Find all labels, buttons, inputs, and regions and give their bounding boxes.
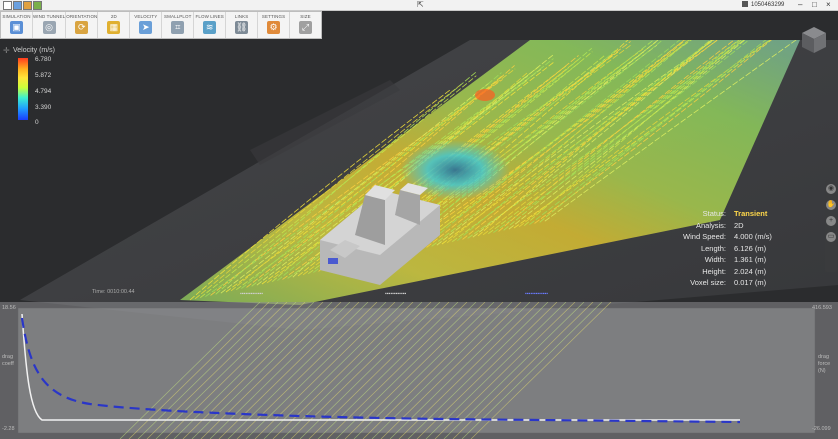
ribbon-button-label: SIZE [300,14,311,19]
status-row: Status: Transient [680,209,800,221]
navigation-cube[interactable] [800,25,828,55]
ribbon-button-label: SIMULATION [2,14,31,19]
status-value: 6.126 (m) [734,243,767,253]
time-label: Time: 0010:00.44 [92,289,135,295]
status-key: Height: [702,266,726,276]
left-axis-top: 18.56 [2,305,16,311]
ribbon-button-settings[interactable]: SETTINGS ⚙ [258,12,291,38]
right-axis-top: 416.593 [812,305,832,311]
flow-lines-icon: ≋ [203,21,217,34]
user-account[interactable]: 1050463299 [742,0,784,10]
legend-color-bar [18,58,28,120]
minimize-icon[interactable]: – [798,0,802,10]
undo-icon[interactable] [13,1,22,10]
pan-icon[interactable]: ✋ [826,200,836,210]
left-axis-bottom: -2.28 [2,426,15,432]
close-icon[interactable]: × [826,0,831,10]
ribbon-button-label: WIND TUNNEL [32,14,66,19]
status-value: 1.361 (m) [734,255,767,264]
ribbon-button-size[interactable]: SIZE ⤢ [290,12,321,38]
2d-view-icon: ▦ [107,21,121,34]
peak-velocity-spot [475,89,495,101]
save-icon[interactable] [3,1,12,10]
legend-tick: 4.794 [35,88,52,95]
ribbon-button-smallplot[interactable]: SMALLPLOT ⌗ [162,12,195,38]
share-icon[interactable] [33,1,42,10]
legend-title: Velocity (m/s) [13,47,56,54]
velocity-icon: ➤ [139,21,153,34]
title-bar: ⇱ 1050463299 – □ × [0,0,838,11]
smallplot-icon: ⌗ [171,21,185,34]
orbit-icon[interactable]: ◉ [826,184,836,194]
status-panel: Status: Transient Analysis: 2D Wind Speed: 4.… [680,209,800,290]
wind-tunnel-icon: ◎ [42,21,56,34]
status-key: Status: [702,209,726,218]
zoom-icon[interactable]: + [826,216,836,226]
ribbon-button-links[interactable]: LINKS ⛓ [226,12,259,38]
status-key: Analysis: [695,220,726,230]
status-key: Width: [704,255,726,264]
simulation-icon: ▣ [9,21,23,34]
links-icon: ⛓ [235,21,249,34]
right-axis-label: drag force (N) [818,354,831,374]
status-row: Analysis: 2D [680,221,800,233]
status-key: Voxel size: [690,278,726,287]
ribbon-button-simulation[interactable]: SIMULATION ▣ [1,12,33,38]
status-key: Length: [700,243,726,253]
legend-tick: 5.872 [35,72,52,79]
ribbon-button-label: ORIENTATION [66,14,98,19]
ribbon-button-label: SMALLPLOT [164,14,192,19]
ribbon-toolbar: SIMULATION ▣ WIND TUNNEL ◎ ORIENTATION ⟳ 2D ▦ VE… [0,11,322,39]
legend-tick: 0 [35,119,39,126]
svg-text:▪▪▪▪▪▪▪▪▪▪▪▪▪: ▪▪▪▪▪▪▪▪▪▪▪▪▪ [240,291,263,297]
status-row: Length: 6.126 (m) [680,244,800,256]
legend-tick: 6.780 [35,56,52,63]
avatar [742,1,748,8]
ribbon-button-2d[interactable]: 2D ▦ [98,12,131,38]
legend-tick: 3.390 [35,104,52,111]
velocity-legend: ✛ Velocity (m/s) 6.780 5.872 4.794 3.390… [3,46,56,126]
navigation-bar: ◉ ✋ + ▭ [825,180,837,272]
pin-icon[interactable]: ✛ [3,46,10,55]
settings-icon: ⚙ [267,21,281,34]
status-row: Width: 1.361 (m) [680,255,800,267]
status-key: Wind Speed: [683,232,726,241]
status-row: Wind Speed: 4.000 (m/s) [680,232,800,244]
drag-graph [0,302,838,439]
left-axis-label: drag coeff [2,354,14,367]
svg-text:▪▪▪▪▪▪▪▪▪▪▪▪: ▪▪▪▪▪▪▪▪▪▪▪▪ [385,291,406,297]
drag-graph-panel: 18.56 -2.28 416.593 -26.099 drag coeff d… [0,302,838,439]
status-row: Height: 2.024 (m) [680,267,800,279]
ribbon-button-label: LINKS [234,14,249,19]
ribbon-button-orientation[interactable]: ORIENTATION ⟳ [66,12,99,38]
ribbon-button-wind-tunnel[interactable]: WIND TUNNEL ◎ [32,12,67,38]
ribbon-button-flow-lines[interactable]: FLOW LINES ≋ [194,12,227,38]
redo-icon[interactable] [23,1,32,10]
status-row: Voxel size: 0.017 (m) [680,278,800,290]
mouse-cursor-icon: ⇱ [417,0,424,9]
ribbon-button-label: 2D [110,14,117,19]
status-value: Transient [734,209,768,218]
ribbon-button-velocity[interactable]: VELOCITY ➤ [130,12,163,38]
ribbon-button-label: FLOW LINES [195,14,224,19]
status-value: 2D [734,220,744,230]
status-value: 4.000 (m/s) [734,232,772,241]
maximize-icon[interactable]: □ [812,0,817,10]
status-value: 2.024 (m) [734,266,767,276]
ribbon-button-label: SETTINGS [261,14,286,19]
right-axis-bottom: -26.099 [812,426,831,432]
fit-view-icon[interactable]: ▭ [826,232,836,242]
user-id: 1050463299 [751,2,785,8]
orientation-icon: ⟳ [75,21,89,34]
status-value: 0.017 (m) [734,278,767,287]
size-icon: ⤢ [299,21,312,34]
ribbon-button-label: VELOCITY [134,14,158,19]
svg-text:▪▪▪▪▪▪▪▪▪▪▪▪▪: ▪▪▪▪▪▪▪▪▪▪▪▪▪ [525,291,548,297]
